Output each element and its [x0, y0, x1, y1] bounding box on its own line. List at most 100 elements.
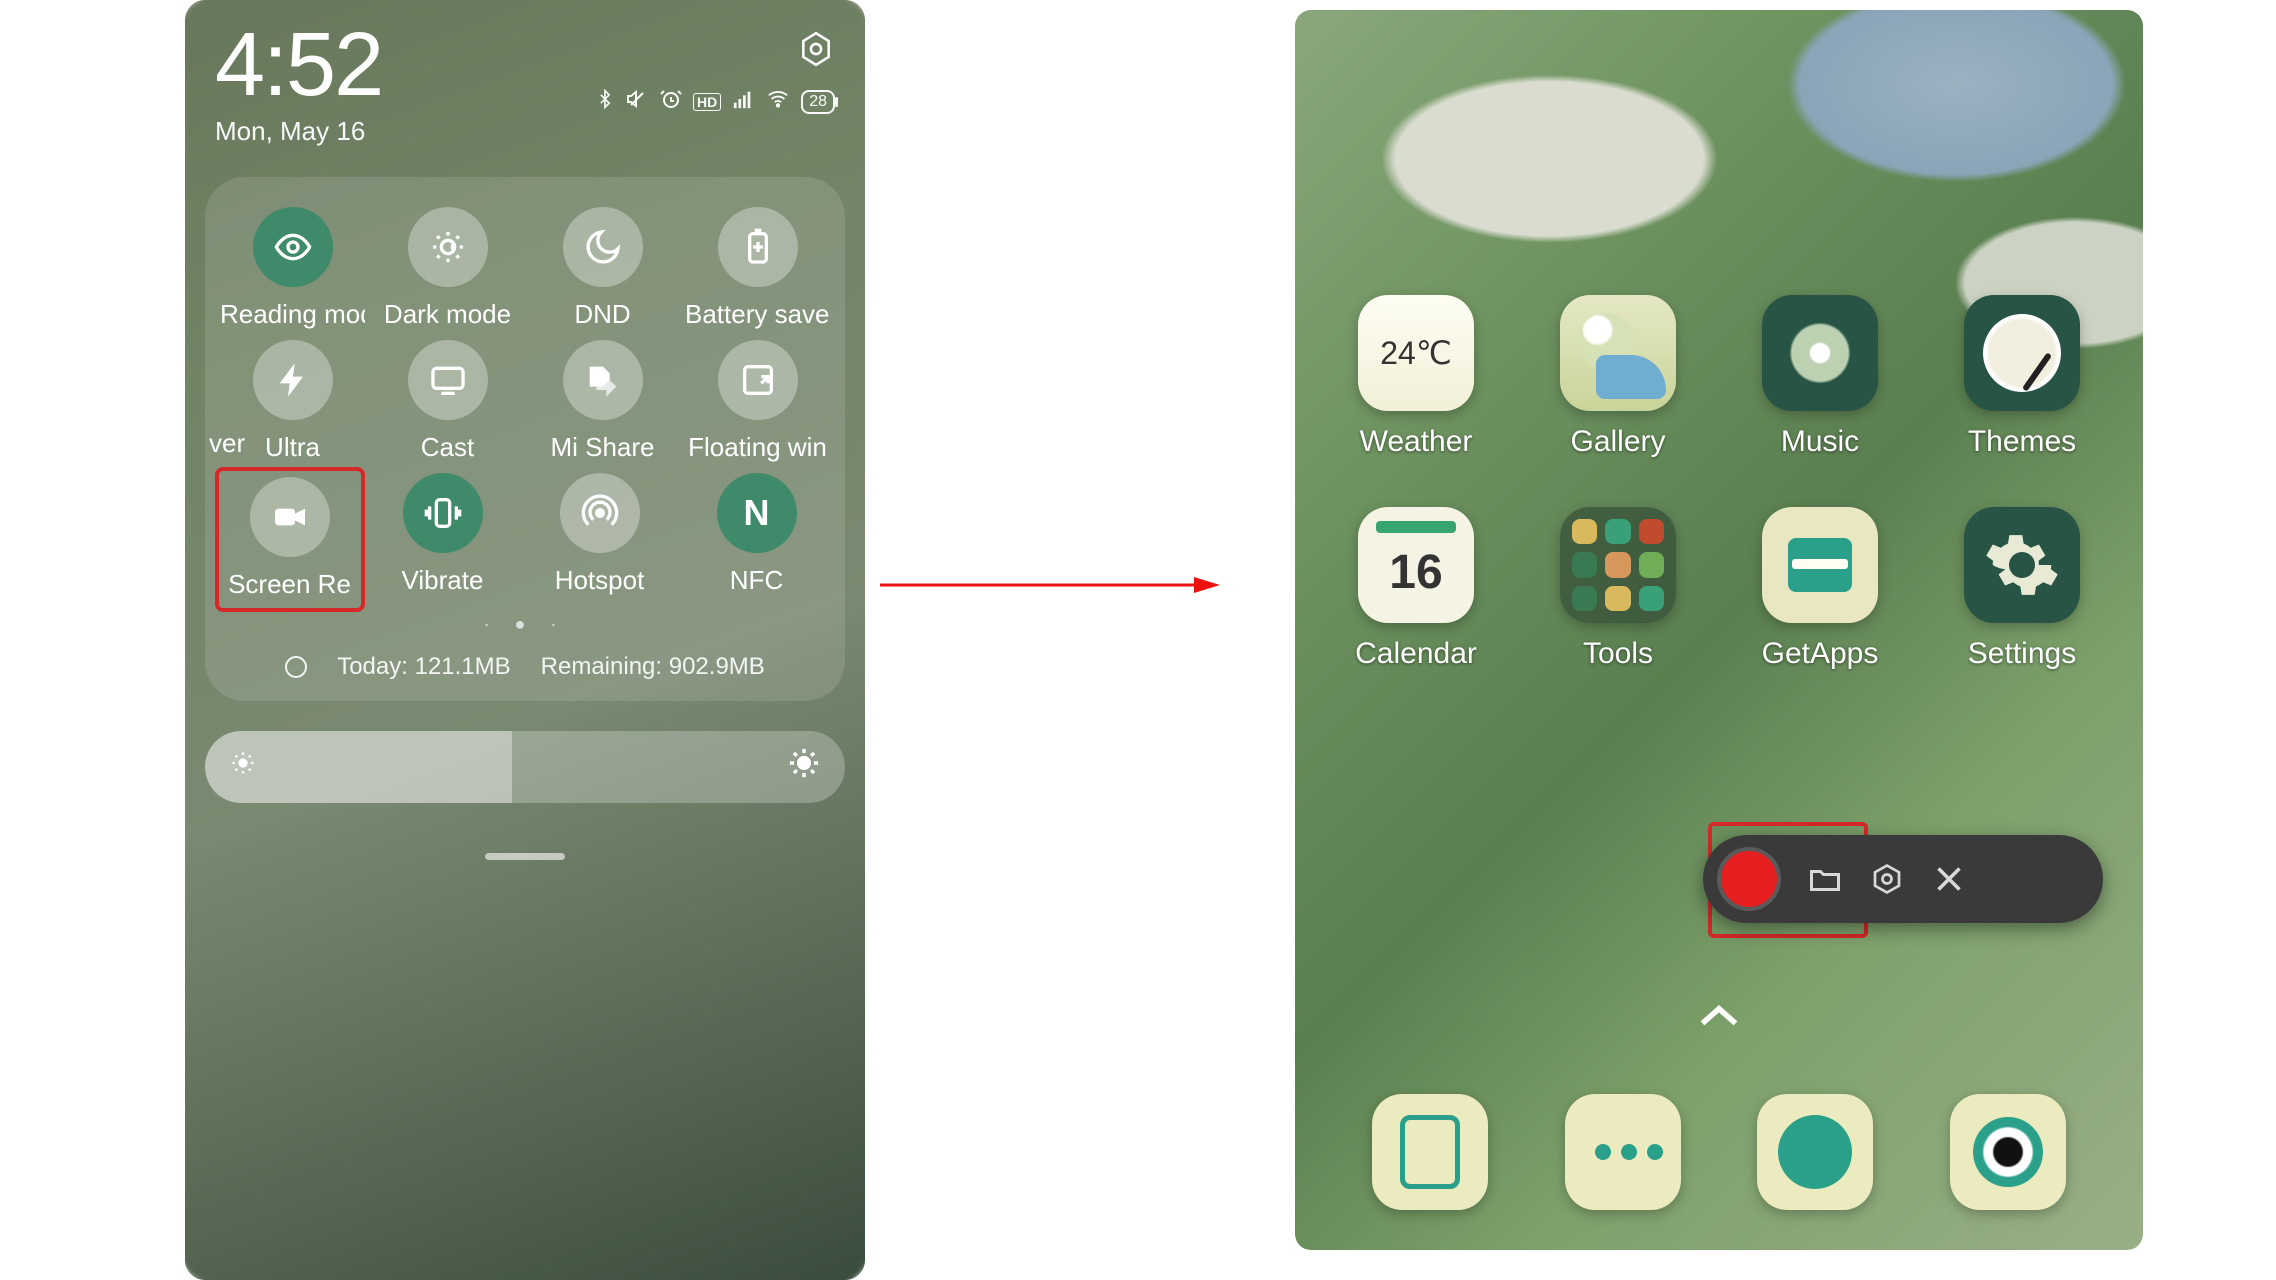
qs-tile-floating-window[interactable]: Floating win	[683, 340, 833, 463]
status-icons-cluster: HD 28	[595, 86, 835, 118]
dock-phone-icon[interactable]	[1372, 1094, 1488, 1210]
data-remaining-value: 902.9MB	[669, 653, 765, 680]
qs-tile-dnd[interactable]: DND	[528, 207, 678, 330]
app-label: Calendar	[1355, 637, 1477, 671]
dock-browser-icon[interactable]	[1757, 1094, 1873, 1210]
qs-tile-screen-recorder[interactable]: Screen Re	[215, 467, 365, 612]
nfc-icon: N	[717, 473, 797, 553]
alarm-icon	[659, 87, 683, 117]
getapps-icon	[1762, 507, 1878, 623]
qs-tile-vibrate[interactable]: Vibrate	[368, 473, 518, 604]
wifi-icon	[765, 88, 791, 116]
data-today-label: Today:	[337, 653, 408, 680]
qs-label: Ultra	[265, 432, 320, 463]
weather-icon: 24℃	[1358, 295, 1474, 411]
vibrate-icon	[403, 473, 483, 553]
app-music[interactable]: Music	[1729, 295, 1911, 459]
qs-tile-dark-mode[interactable]: Dark mode	[373, 207, 523, 330]
mute-icon	[625, 87, 649, 117]
settings-hex-icon[interactable]	[1869, 861, 1905, 897]
eye-icon	[253, 207, 333, 287]
app-label: Themes	[1968, 425, 2076, 459]
qs-tile-hotspot[interactable]: Hotspot	[525, 473, 675, 604]
battery-plus-icon	[718, 207, 798, 287]
dock	[1295, 1094, 2143, 1210]
qs-tile-nfc[interactable]: N NFC	[682, 473, 832, 604]
date: Mon, May 16	[215, 116, 382, 147]
qs-tile-cast[interactable]: Cast	[373, 340, 523, 463]
app-themes[interactable]: Themes	[1931, 295, 2113, 459]
app-label: Tools	[1583, 637, 1653, 671]
qs-tile-battery-saver[interactable]: Battery saver	[683, 207, 833, 330]
qs-label: Mi Share	[550, 432, 654, 463]
app-label: Weather	[1360, 425, 1473, 459]
battery-indicator: 28	[801, 90, 835, 114]
calendar-icon: 16	[1358, 507, 1474, 623]
mi-share-icon	[563, 340, 643, 420]
qs-label: Reading mode	[220, 299, 365, 330]
qs-tile-reading-mode[interactable]: Reading mode	[218, 207, 368, 330]
data-usage-row[interactable]: Today: 121.1MB Remaining: 902.9MB	[215, 653, 835, 681]
quick-settings-panel: Reading mode Dark mode DND	[205, 177, 845, 701]
bluetooth-icon	[595, 86, 615, 118]
qs-label: Dark mode	[384, 299, 511, 330]
qs-label-partial: ver	[209, 428, 245, 459]
music-icon	[1762, 295, 1878, 411]
app-getapps[interactable]: GetApps	[1729, 507, 1911, 671]
qs-label: Vibrate	[402, 565, 484, 596]
qs-label: Cast	[421, 432, 474, 463]
brightness-low-icon	[229, 749, 257, 785]
record-button[interactable]	[1717, 847, 1781, 911]
gallery-icon	[1560, 295, 1676, 411]
cast-icon	[408, 340, 488, 420]
dock-messages-icon[interactable]	[1565, 1094, 1681, 1210]
themes-icon	[1964, 295, 2080, 411]
close-icon[interactable]	[1931, 861, 1967, 897]
qs-label: Hotspot	[555, 565, 645, 596]
moon-icon	[563, 207, 643, 287]
qs-label: DND	[574, 299, 630, 330]
phone-home-screen: 24℃ Weather Gallery Music Themes	[1295, 10, 2143, 1250]
phone-control-center: 4:52 Mon, May 16	[185, 0, 865, 1280]
chevron-up-icon[interactable]	[1697, 995, 1741, 1040]
settings-gear-icon	[1964, 507, 2080, 623]
brightness-high-icon	[787, 746, 821, 788]
data-today-value: 121.1MB	[415, 653, 511, 680]
dock-camera-icon[interactable]	[1950, 1094, 2066, 1210]
hotspot-icon	[560, 473, 640, 553]
tutorial-image: 4:52 Mon, May 16	[0, 0, 2276, 1280]
app-label: Gallery	[1570, 425, 1665, 459]
app-weather[interactable]: 24℃ Weather	[1325, 295, 1507, 459]
bolt-icon	[253, 340, 333, 420]
app-calendar[interactable]: 16 Calendar	[1325, 507, 1507, 671]
app-grid: 24℃ Weather Gallery Music Themes	[1325, 295, 2113, 671]
folder-icon[interactable]	[1807, 861, 1843, 897]
qs-label: NFC	[730, 565, 783, 596]
clock: 4:52	[215, 20, 382, 110]
floating-window-icon	[718, 340, 798, 420]
app-settings[interactable]: Settings	[1931, 507, 2113, 671]
app-label: Settings	[1968, 637, 2076, 671]
hd-icon: HD	[693, 93, 721, 111]
globe-icon	[285, 656, 307, 678]
dark-mode-icon	[408, 207, 488, 287]
app-tools-folder[interactable]: Tools	[1527, 507, 1709, 671]
arrow-annotation	[880, 575, 1220, 595]
screen-recorder-toolbar[interactable]	[1703, 835, 2103, 923]
brightness-slider[interactable]	[205, 731, 845, 803]
app-gallery[interactable]: Gallery	[1527, 295, 1709, 459]
signal-icon	[731, 88, 755, 116]
app-label: Music	[1781, 425, 1859, 459]
qs-label: Battery saver	[685, 299, 830, 330]
drag-handle[interactable]	[485, 853, 565, 860]
video-camera-icon	[250, 477, 330, 557]
page-indicator: · ● ·	[215, 614, 835, 635]
app-label: GetApps	[1762, 637, 1879, 671]
qs-label: Floating win	[688, 432, 827, 463]
settings-hex-icon[interactable]	[797, 30, 835, 68]
status-bar: 4:52 Mon, May 16	[205, 0, 845, 147]
data-remaining-label: Remaining:	[541, 653, 662, 680]
tools-folder-icon	[1560, 507, 1676, 623]
qs-label: Screen Re	[228, 569, 351, 600]
qs-tile-mi-share[interactable]: Mi Share	[528, 340, 678, 463]
